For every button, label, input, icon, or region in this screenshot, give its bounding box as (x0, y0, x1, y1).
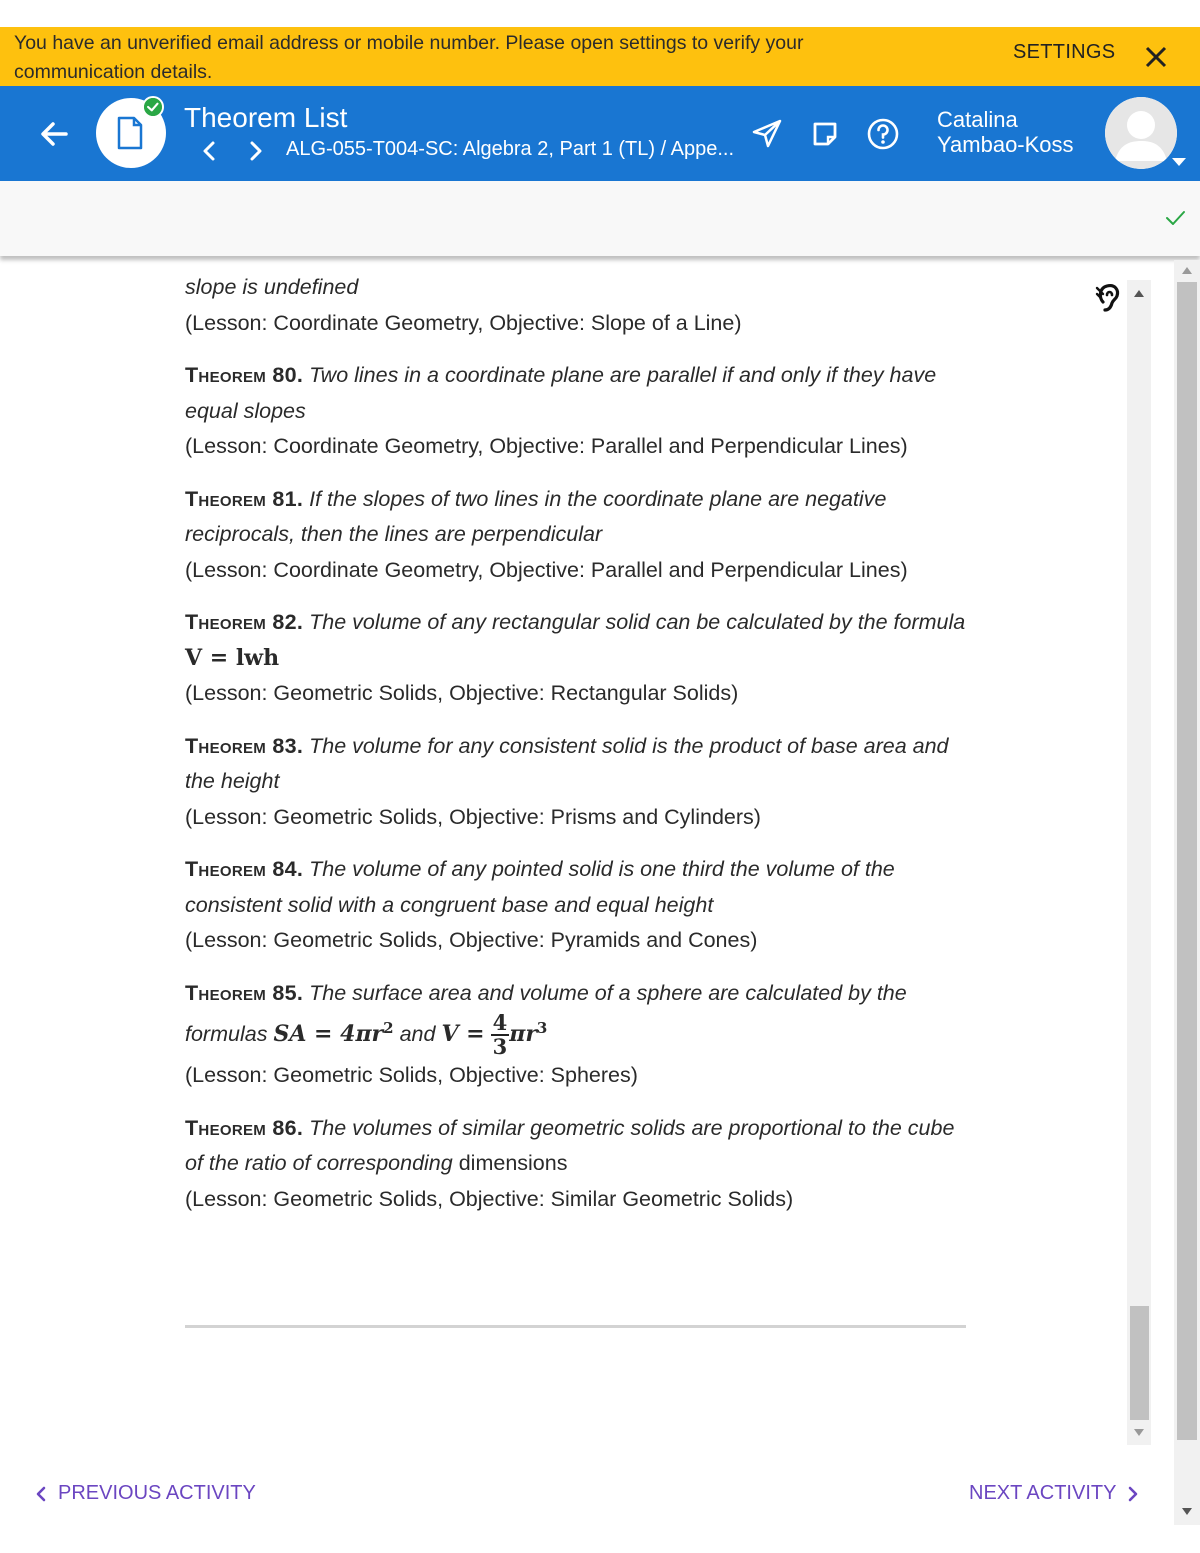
theorem-83: Theorem 83. The volume for any consisten… (185, 729, 975, 836)
next-activity-button[interactable]: NEXT ACTIVITY (969, 1482, 1142, 1505)
scroll-down-arrow-icon[interactable] (1130, 1424, 1148, 1440)
theorem-86: Theorem 86. The volumes of similar geome… (185, 1111, 975, 1218)
user-first-name: Catalina (937, 107, 1018, 132)
breadcrumb[interactable]: ALG-055-T004-SC: Algebra 2, Part 1 (TL) … (286, 138, 736, 161)
previous-activity-label: PREVIOUS ACTIVITY (58, 1482, 256, 1504)
chevron-left-icon (36, 1486, 46, 1501)
back-arrow-icon[interactable] (34, 114, 74, 154)
theorem-label: Theorem 81. (185, 486, 304, 511)
sphere-volume-exponent: 3 (536, 1019, 548, 1037)
theorem-list-content: slope is undefined (Lesson: Coordinate G… (185, 270, 975, 1217)
send-icon[interactable] (750, 116, 784, 150)
unverified-contact-banner: You have an unverified email address or … (0, 27, 1200, 86)
page-title: Theorem List (184, 102, 348, 133)
user-last-name: Yambao-Koss (937, 132, 1074, 157)
sphere-volume-rhs: πr (509, 1021, 537, 1048)
content-scrollbar-thumb[interactable] (1130, 1306, 1149, 1420)
avatar-icon (1105, 97, 1177, 169)
theorem-lesson: (Lesson: Geometric Solids, Objective: Si… (185, 1186, 794, 1211)
page-scroll-down-arrow-icon[interactable] (1178, 1503, 1196, 1519)
caret-down-icon[interactable] (1170, 156, 1188, 168)
document-icon (117, 116, 143, 150)
fraction-four-thirds: 4 3 (490, 1010, 510, 1060)
theorem-statement-tail: dimensions (458, 1151, 568, 1176)
theorem-lesson: (Lesson: Coordinate Geometry, Objective:… (185, 434, 908, 458)
scroll-up-arrow-icon[interactable] (1130, 285, 1148, 301)
user-name[interactable]: Catalina Yambao-Koss (937, 107, 1097, 157)
previous-activity-button[interactable]: PREVIOUS ACTIVITY (32, 1482, 256, 1505)
theorem-85: Theorem 85. The surface area and volume … (185, 976, 975, 1094)
fraction-numerator: 4 (490, 1010, 510, 1037)
surface-area-exponent: 2 (383, 1019, 394, 1037)
settings-button[interactable]: SETTINGS (1013, 41, 1115, 64)
content-scrollbar[interactable] (1127, 280, 1151, 1445)
chevron-right-icon[interactable] (245, 138, 267, 164)
banner-message: You have an unverified email address or … (14, 32, 804, 83)
surface-area-formula: SA = 4πr (273, 1021, 384, 1048)
note-icon[interactable] (810, 119, 840, 149)
theorem-82: Theorem 82. The volume of any rectangula… (185, 605, 975, 712)
theorem-lesson: (Lesson: Coordinate Geometry, Objective:… (185, 557, 908, 582)
theorem-lesson: (Lesson: Geometric Solids, Objective: Re… (185, 681, 739, 705)
theorem-81: Theorem 81. If the slopes of two lines i… (185, 482, 975, 589)
theorem-label: Theorem 82. (185, 610, 304, 634)
app-header: Theorem List ALG-055-T004-SC: Algebra 2,… (0, 86, 1200, 181)
theorem-label: Theorem 84. (185, 857, 304, 881)
theorem-80: Theorem 80. Two lines in a coordinate pl… (185, 358, 975, 465)
fraction-denominator: 3 (492, 1034, 508, 1060)
activity-toolbar (0, 181, 1200, 256)
activity-type-badge (96, 96, 166, 168)
close-icon[interactable] (1140, 41, 1172, 73)
checkmark-icon (1166, 211, 1185, 225)
theorem-lesson: (Lesson: Geometric Solids, Objective: Pr… (185, 804, 761, 829)
theorem-label: Theorem 86. (185, 1115, 304, 1140)
theorem-label: Theorem 80. (185, 363, 304, 387)
chevron-left-icon[interactable] (198, 138, 220, 164)
sphere-volume-lhs: V = (441, 1021, 485, 1048)
volume-formula: V = lwh (185, 644, 280, 671)
theorem-84: Theorem 84. The volume of any pointed so… (185, 852, 975, 959)
intro-line: slope is undefined (185, 275, 359, 299)
page-scrollbar-thumb[interactable] (1177, 282, 1197, 1440)
page-scroll-up-arrow-icon[interactable] (1178, 262, 1196, 278)
content-divider (185, 1325, 966, 1328)
theorem-lesson: (Lesson: Geometric Solids, Objective: Sp… (185, 1063, 638, 1088)
theorem-label: Theorem 83. (185, 733, 304, 758)
next-activity-label: NEXT ACTIVITY (969, 1482, 1117, 1504)
listen-icon[interactable] (1093, 280, 1127, 316)
help-icon[interactable] (866, 117, 900, 151)
theorem-statement: The volume of any rectangular solid can … (309, 610, 966, 634)
theorem-lesson: (Lesson: Geometric Solids, Objective: Py… (185, 928, 758, 952)
avatar[interactable] (1105, 97, 1177, 169)
check-badge-icon (142, 96, 164, 118)
chevron-right-icon (1129, 1486, 1138, 1501)
intro-lesson: (Lesson: Coordinate Geometry, Objective:… (185, 310, 742, 335)
formula-connector: and (399, 1022, 436, 1047)
theorem-label: Theorem 85. (185, 980, 304, 1005)
